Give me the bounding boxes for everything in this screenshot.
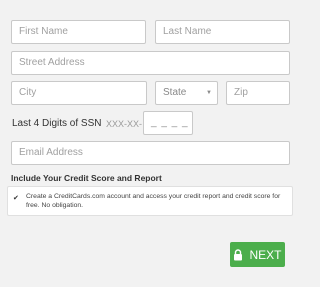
ssn-placeholder: _ _ _ _ [151, 117, 189, 128]
zip-field[interactable]: Zip [226, 81, 290, 105]
consent-text: Create a CreditCards.com account and acc… [26, 193, 281, 209]
state-selected-value: State [163, 87, 187, 98]
city-field[interactable]: City [11, 81, 147, 105]
street-address-placeholder: Street Address [19, 57, 85, 68]
credit-score-title: Include Your Credit Score and Report [11, 173, 162, 183]
ssn-label: Last 4 Digits of SSN [12, 118, 102, 129]
next-label: NEXT [249, 247, 282, 262]
street-address-field[interactable]: Street Address [11, 51, 290, 75]
city-placeholder: City [19, 87, 37, 98]
consent-checkbox[interactable]: ✔ [13, 195, 20, 202]
consent-box: ✔ Create a CreditCards.com account and a… [7, 186, 293, 216]
last-name-placeholder: Last Name [163, 26, 212, 37]
lock-icon [234, 248, 243, 260]
zip-placeholder: Zip [234, 87, 248, 98]
state-select[interactable]: State ▼ [155, 81, 218, 105]
chevron-down-icon: ▼ [206, 90, 212, 96]
ssn-prefix: XXX-XX- [106, 119, 143, 129]
email-placeholder: Email Address [19, 147, 83, 158]
ssn-field[interactable]: _ _ _ _ [143, 111, 193, 135]
first-name-placeholder: First Name [19, 26, 68, 37]
last-name-field[interactable]: Last Name [155, 20, 290, 44]
email-field[interactable]: Email Address [11, 141, 290, 165]
next-button[interactable]: NEXT [230, 242, 285, 267]
first-name-field[interactable]: First Name [11, 20, 146, 44]
